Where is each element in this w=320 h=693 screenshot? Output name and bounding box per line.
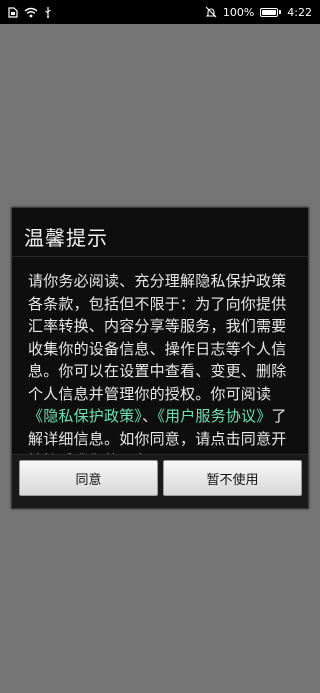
status-left-icons — [8, 6, 52, 18]
battery-percent: 100% — [222, 5, 255, 19]
decline-button[interactable]: 暂不使用 — [163, 460, 302, 496]
dialog-divider — [12, 256, 308, 257]
link-separator: 、 — [142, 407, 158, 425]
battery-fill — [262, 9, 277, 15]
battery-icon — [260, 7, 282, 17]
status-bar: 100% 4:22 — [0, 0, 320, 24]
privacy-dialog: 温馨提示 请你务必阅读、充分理解隐私保护政策各条款，包括但不限于：为了向你提供汇… — [11, 207, 309, 509]
dialog-message: 请你务必阅读、充分理解隐私保护政策各条款，包括但不限于：为了向你提供汇率转换、内… — [28, 270, 298, 473]
dialog-button-bar: 同意 暂不使用 — [12, 454, 308, 508]
user-agreement-link[interactable]: 《用户服务协议》 — [157, 407, 271, 425]
dialog-title: 温馨提示 — [24, 226, 108, 250]
sim-icon — [8, 6, 18, 18]
clock: 4:22 — [287, 5, 312, 19]
wifi-icon — [24, 7, 38, 18]
usb-icon — [44, 6, 52, 18]
dialog-message-text: 请你务必阅读、充分理解隐私保护政策各条款，包括但不限于：为了向你提供汇率转换、内… — [28, 272, 287, 403]
agree-button[interactable]: 同意 — [19, 460, 158, 496]
privacy-policy-link[interactable]: 《隐私保护政策》 — [28, 407, 142, 425]
status-right-icons: 100% 4:22 — [205, 6, 312, 19]
notifications-off-icon — [205, 6, 217, 18]
